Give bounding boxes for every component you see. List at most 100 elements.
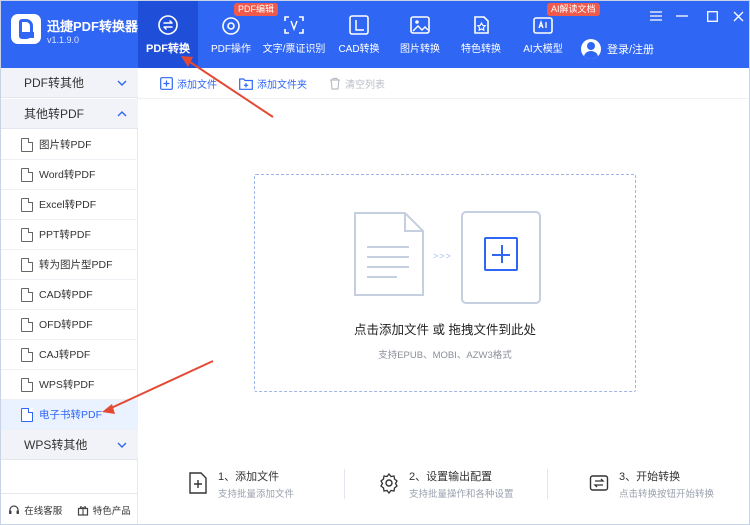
ppt-file-icon bbox=[21, 227, 33, 242]
add-folder-label: 添加文件夹 bbox=[257, 79, 307, 91]
add-file-label: 添加文件 bbox=[177, 79, 217, 91]
word-file-icon bbox=[21, 167, 33, 182]
sidebar-item-excel-to-pdf[interactable]: Excel转PDF bbox=[1, 190, 138, 220]
tab-cad-convert[interactable]: CAD转换 bbox=[335, 1, 383, 68]
add-box-icon bbox=[461, 211, 541, 304]
tab-label: 图片转换 bbox=[400, 44, 440, 55]
step-divider bbox=[344, 469, 345, 499]
chevron-up-icon bbox=[117, 111, 127, 117]
sidebar-item-label: 转为图片型PDF bbox=[39, 259, 113, 271]
sidebar-item-ppt-to-pdf[interactable]: PPT转PDF bbox=[1, 220, 138, 250]
menu-icon[interactable] bbox=[649, 9, 663, 23]
sidebar-item-label: CAJ转PDF bbox=[39, 349, 91, 361]
step-divider bbox=[547, 469, 548, 499]
category-label: PDF转其他 bbox=[24, 76, 85, 90]
sidebar-item-word-to-pdf[interactable]: Word转PDF bbox=[1, 160, 138, 190]
add-folder-icon bbox=[239, 77, 253, 90]
tab-label: CAD转换 bbox=[338, 44, 380, 55]
image-file-icon bbox=[21, 137, 33, 152]
ai-doc-badge: AI解读文档 bbox=[547, 3, 600, 16]
chevron-down-icon bbox=[117, 80, 127, 86]
image-pdf-file-icon bbox=[21, 257, 33, 272]
features-label: 特色产品 bbox=[92, 506, 131, 517]
step-desc: 支持批量操作和各种设置 bbox=[409, 489, 514, 500]
step-title: 2、设置输出配置 bbox=[409, 471, 493, 483]
login-register-button[interactable]: 登录/注册 bbox=[581, 39, 654, 59]
sidebar-item-label: Word转PDF bbox=[39, 169, 96, 181]
featured-products-button[interactable]: 特色产品 bbox=[77, 503, 131, 517]
sidebar-footer: 在线客服 特色产品 bbox=[1, 493, 138, 524]
cad-file-icon bbox=[21, 287, 33, 302]
image-icon bbox=[409, 14, 431, 36]
main-content: 添加文件 添加文件夹 清空列表 >>> 点击添加文件 或 拖拽文件到此处 支持E… bbox=[138, 68, 749, 524]
avatar bbox=[581, 39, 601, 59]
tab-label: PDF操作 bbox=[211, 44, 251, 55]
ocr-scan-icon bbox=[283, 14, 305, 36]
sidebar-category-pdf-to-other[interactable]: PDF转其他 bbox=[1, 68, 138, 98]
tab-label: AI大模型 bbox=[523, 44, 563, 55]
ebook-file-icon bbox=[21, 407, 33, 422]
tab-ocr[interactable]: 文字/票证识别 bbox=[262, 1, 326, 68]
app-window: 迅捷PDF转换器 v1.1.9.0 PDF转换 PDF操作 PDF编辑 文字/票… bbox=[0, 0, 750, 525]
sidebar-item-cad-to-pdf[interactable]: CAD转PDF bbox=[1, 280, 138, 310]
sidebar-item-ofd-to-pdf[interactable]: OFD转PDF bbox=[1, 310, 138, 340]
sidebar-category-other-to-pdf[interactable]: 其他转PDF bbox=[1, 99, 138, 129]
sidebar-item-caj-to-pdf[interactable]: CAJ转PDF bbox=[1, 340, 138, 370]
step-desc: 点击转换按钮开始转换 bbox=[619, 489, 715, 500]
convert-icon bbox=[157, 14, 179, 36]
sidebar-item-label: 电子书转PDF bbox=[39, 409, 102, 421]
convert-start-icon bbox=[589, 475, 609, 491]
excel-file-icon bbox=[21, 197, 33, 212]
top-navigation-bar: 迅捷PDF转换器 v1.1.9.0 PDF转换 PDF操作 PDF编辑 文字/票… bbox=[1, 1, 749, 68]
sidebar-item-ebook-to-pdf[interactable]: 电子书转PDF bbox=[1, 400, 138, 430]
trash-icon bbox=[330, 77, 340, 90]
dropzone-main-text: 点击添加文件 或 拖拽文件到此处 bbox=[354, 323, 536, 337]
maximize-icon[interactable] bbox=[705, 9, 719, 23]
arrow-icon: >>> bbox=[433, 251, 452, 261]
tab-label: PDF转换 bbox=[146, 43, 190, 55]
pdf-operation-icon bbox=[220, 14, 242, 36]
tab-pdf-convert[interactable]: PDF转换 bbox=[138, 1, 198, 68]
gift-icon bbox=[77, 506, 88, 516]
star-doc-icon bbox=[470, 14, 492, 36]
close-icon[interactable] bbox=[731, 9, 745, 23]
category-label: 其他转PDF bbox=[24, 107, 85, 121]
chevron-down-icon bbox=[117, 442, 127, 448]
sidebar-category-wps-to-other[interactable]: WPS转其他 bbox=[1, 430, 138, 460]
cad-icon bbox=[348, 14, 370, 36]
category-label: WPS转其他 bbox=[24, 438, 88, 452]
headset-icon bbox=[9, 505, 20, 514]
clear-list-button[interactable]: 清空列表 bbox=[329, 76, 385, 91]
step-title: 1、添加文件 bbox=[218, 471, 280, 483]
ofd-file-icon bbox=[21, 317, 33, 332]
sidebar-item-label: WPS转PDF bbox=[39, 379, 95, 391]
sidebar-item-to-image-pdf[interactable]: 转为图片型PDF bbox=[1, 250, 138, 280]
sidebar-item-label: CAD转PDF bbox=[39, 289, 93, 301]
sidebar-item-label: Excel转PDF bbox=[39, 199, 97, 211]
tab-label: 特色转换 bbox=[461, 44, 501, 55]
add-file-button[interactable]: 添加文件 bbox=[160, 76, 217, 91]
sidebar-item-label: PPT转PDF bbox=[39, 229, 91, 241]
sidebar-item-label: 图片转PDF bbox=[39, 139, 92, 151]
tab-special-convert[interactable]: 特色转换 bbox=[458, 1, 504, 68]
settings-gear-icon bbox=[380, 472, 398, 494]
tab-label: 文字/票证识别 bbox=[262, 44, 326, 55]
add-file-icon bbox=[160, 76, 173, 90]
add-folder-button[interactable]: 添加文件夹 bbox=[239, 76, 307, 91]
file-drop-zone[interactable]: >>> 点击添加文件 或 拖拽文件到此处 支持EPUB、MOBI、AZW3格式 bbox=[254, 174, 636, 392]
document-icon bbox=[354, 212, 424, 296]
app-version: v1.1.9.0 bbox=[47, 35, 80, 45]
step-desc: 支持批量添加文件 bbox=[218, 489, 295, 500]
minimize-icon[interactable] bbox=[675, 9, 689, 23]
sidebar-item-image-to-pdf[interactable]: 图片转PDF bbox=[1, 130, 138, 160]
steps-guide: 1、添加文件 支持批量添加文件 2、设置输出配置 支持批量操作和各种设置 3、开… bbox=[138, 465, 749, 503]
step-title: 3、开始转换 bbox=[619, 471, 681, 483]
app-logo-icon bbox=[11, 14, 41, 44]
tab-image-convert[interactable]: 图片转换 bbox=[397, 1, 443, 68]
sidebar-item-wps-to-pdf[interactable]: WPS转PDF bbox=[1, 370, 138, 400]
add-file-icon bbox=[189, 472, 207, 494]
caj-file-icon bbox=[21, 347, 33, 362]
file-toolbar: 添加文件 添加文件夹 清空列表 bbox=[138, 68, 749, 99]
online-support-button[interactable]: 在线客服 bbox=[8, 503, 62, 517]
ai-model-icon bbox=[532, 14, 554, 36]
